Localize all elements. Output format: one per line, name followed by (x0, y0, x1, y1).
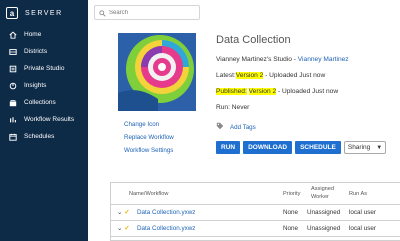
search-input[interactable] (109, 9, 199, 16)
row-assigned: Unassigned (307, 225, 341, 232)
studio-prefix: Vianney Martinez's Studio - (216, 56, 298, 63)
workflow-name-link[interactable]: Data Collection.yxwz (137, 209, 195, 216)
check-icon: ✓ (124, 225, 130, 232)
sidebar-item-collections[interactable]: Collections (0, 94, 88, 111)
header-run-as[interactable]: Run As (349, 191, 367, 197)
brand-label: SERVER (25, 9, 63, 17)
chevron-down-icon: ⌄ (117, 209, 123, 216)
workflow-settings-link[interactable]: Workflow Settings (124, 144, 174, 157)
latest-label: Latest: (216, 72, 236, 79)
page-title: Data Collection (216, 34, 291, 46)
sidebar-item-label: Private Studio (24, 65, 65, 72)
run-status-line: Run: Never (216, 104, 250, 111)
download-button[interactable]: DOWNLOAD (243, 141, 293, 154)
tag-icon (216, 122, 230, 132)
change-icon-link[interactable]: Change Icon (124, 118, 174, 131)
row-run-as: local user (349, 225, 376, 232)
collections-icon (8, 98, 18, 108)
sidebar-item-workflow-results[interactable]: Workflow Results (0, 111, 88, 128)
published-version-line: Published: Version 2 - Uploaded Just now (216, 88, 396, 98)
sharing-label: Sharing (347, 144, 371, 151)
published-label: Published: (216, 88, 247, 95)
districts-icon (8, 47, 18, 57)
sidebar-item-districts[interactable]: Districts (0, 43, 88, 60)
workflow-table: Name/Workflow Priority Assigned Worker R… (110, 182, 400, 241)
chevron-down-icon: ▼ (376, 144, 383, 151)
sharing-select[interactable]: Sharing ▼ (343, 141, 387, 154)
replace-workflow-link[interactable]: Replace Workflow (124, 131, 174, 144)
workflow-icon (118, 33, 196, 111)
search-box[interactable] (94, 5, 200, 20)
insights-icon (8, 81, 18, 91)
header-assigned-line1[interactable]: Assigned (311, 186, 334, 192)
latest-version-value: Version 2 (235, 72, 264, 79)
top-bar (88, 0, 400, 26)
sidebar-item-label: Home (24, 31, 42, 38)
search-icon (99, 4, 106, 22)
sidebar-item-label: Districts (24, 48, 48, 55)
chevron-down-icon: ⌄ (117, 225, 123, 232)
sidebar-item-insights[interactable]: Insights (0, 77, 88, 94)
workflow-name-link[interactable]: Data Collection.yxwz (137, 225, 195, 232)
sidebar: a SERVER Home Districts Private Studio I… (0, 0, 88, 241)
schedule-button[interactable]: SCHEDULE (295, 141, 341, 154)
header-name[interactable]: Name/Workflow (129, 191, 168, 197)
schedules-icon (8, 132, 18, 142)
header-assigned-line2[interactable]: Worker (311, 194, 329, 200)
check-icon: ✓ (124, 209, 130, 216)
studio-owner-link[interactable]: Vianney Martinez (298, 56, 349, 63)
row-assigned: Unassigned (307, 209, 341, 216)
run-button[interactable]: RUN (216, 141, 241, 154)
header-priority[interactable]: Priority (283, 191, 300, 197)
workflow-side-links: Change Icon Replace Workflow Workflow Se… (124, 118, 174, 157)
row-run-as: local user (349, 209, 376, 216)
add-tags-label: Add Tags (230, 123, 256, 131)
workflow-results-icon (8, 115, 18, 125)
latest-version-suffix: - Uploaded Just now (263, 72, 326, 79)
latest-version-line: Latest:Version 2 - Uploaded Just now (216, 72, 396, 82)
table-header: Name/Workflow Priority Assigned Worker R… (111, 183, 400, 205)
row-priority: None (283, 209, 299, 216)
table-row[interactable]: ⌄ ✓ Data Collection.yxwz None Unassigned … (111, 205, 400, 221)
workflow-actions: RUN DOWNLOAD SCHEDULE Sharing ▼ (216, 141, 387, 154)
home-icon (8, 30, 18, 40)
sidebar-item-label: Workflow Results (24, 116, 75, 123)
table-row[interactable]: ⌄ ✓ Data Collection.yxwz None Unassigned … (111, 221, 400, 237)
sidebar-item-schedules[interactable]: Schedules (0, 128, 88, 145)
row-expand[interactable]: ⌄ ✓ (117, 209, 130, 216)
sidebar-item-label: Collections (24, 99, 56, 106)
brand[interactable]: a SERVER (0, 0, 88, 26)
row-priority: None (283, 225, 299, 232)
published-version-value: Version 2 (248, 88, 277, 95)
sidebar-item-label: Schedules (24, 133, 55, 140)
private-studio-icon (8, 64, 18, 74)
main-content: Change Icon Replace Workflow Workflow Se… (88, 0, 400, 241)
sidebar-item-home[interactable]: Home (0, 26, 88, 43)
row-expand[interactable]: ⌄ ✓ (117, 225, 130, 232)
published-version-suffix: - Uploaded Just now (276, 88, 339, 95)
add-tags[interactable]: Add Tags (216, 122, 256, 132)
sidebar-item-private-studio[interactable]: Private Studio (0, 60, 88, 77)
brand-logo-icon: a (6, 7, 18, 19)
workflow-details: Data Collection Vianney Martinez's Studi… (216, 34, 396, 114)
studio-line: Vianney Martinez's Studio - Vianney Mart… (216, 56, 396, 66)
sidebar-item-label: Insights (24, 82, 47, 89)
